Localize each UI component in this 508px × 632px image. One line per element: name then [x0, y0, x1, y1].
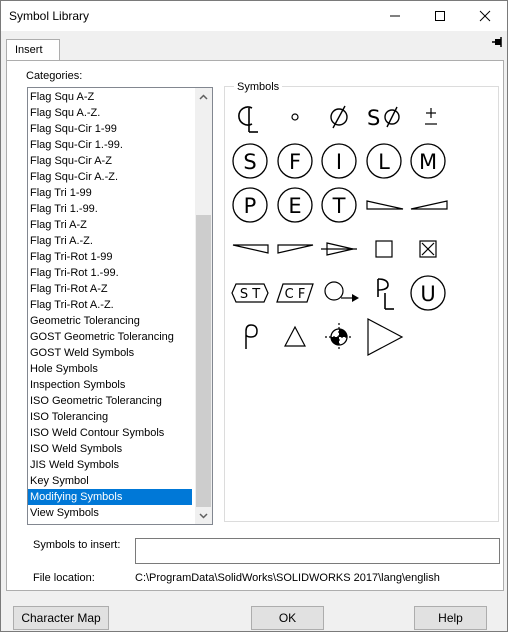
circle-i-text: I: [336, 150, 342, 174]
category-item[interactable]: GOST Weld Symbols: [28, 345, 192, 361]
cf-text: C F: [285, 287, 306, 302]
ok-button[interactable]: OK: [251, 606, 324, 630]
category-item[interactable]: Modifying Symbols: [28, 489, 192, 505]
continuous-feature-symbol[interactable]: C F: [275, 273, 315, 313]
arrow-triangle-symbol[interactable]: [364, 317, 404, 357]
circle-f-text: F: [289, 150, 301, 174]
chevron-down-icon: [199, 512, 208, 519]
category-item[interactable]: GOST Geometric Tolerancing: [28, 329, 192, 345]
window-title: Symbol Library: [9, 9, 90, 23]
close-button[interactable]: [462, 1, 507, 31]
category-item[interactable]: Flag Tri A-Z: [28, 217, 192, 233]
category-item[interactable]: Hole Symbols: [28, 361, 192, 377]
circle-i-symbol[interactable]: I: [319, 141, 359, 181]
center-of-gravity-symbol[interactable]: [319, 317, 359, 357]
symbol-library-dialog: Symbol Library Insert Categories: Flag S…: [0, 0, 508, 632]
maximize-button[interactable]: [417, 1, 462, 31]
slope-right-symbol[interactable]: [364, 185, 404, 225]
slope-left-symbol[interactable]: [408, 185, 448, 225]
degree-symbol[interactable]: [275, 97, 315, 137]
plus-minus-symbol[interactable]: [411, 97, 451, 137]
category-item[interactable]: Key Symbol: [28, 473, 192, 489]
circle-s-symbol[interactable]: S: [230, 141, 270, 181]
triangle-symbol[interactable]: [275, 317, 315, 357]
rho-symbol[interactable]: [230, 317, 270, 357]
category-item[interactable]: Flag Tri A.-Z.: [28, 233, 192, 249]
category-item[interactable]: Inspection Symbols: [28, 377, 192, 393]
pin-icon[interactable]: [491, 36, 503, 48]
circle-p-symbol[interactable]: P: [230, 185, 270, 225]
category-item[interactable]: Flag Squ A.-Z.: [28, 105, 192, 121]
file-location-value: C:\ProgramData\SolidWorks\SOLIDWORKS 201…: [135, 572, 440, 584]
square-symbol[interactable]: [364, 229, 404, 269]
categories-list[interactable]: Flag Squ A-Z Flag Squ A.-Z. Flag Squ-Cir 1…: [27, 87, 213, 525]
circle-arrow-symbol[interactable]: [319, 273, 359, 313]
circle-e-text: E: [288, 194, 301, 218]
symbols-label: Symbols: [234, 81, 283, 93]
circle-u-symbol[interactable]: U: [408, 273, 448, 313]
tab-strip: Insert: [1, 31, 507, 61]
category-item[interactable]: Flag Tri-Rot 1-99: [28, 249, 192, 265]
categories-scrollbar[interactable]: [195, 88, 212, 524]
category-item[interactable]: Flag Tri 1.-99.: [28, 201, 192, 217]
parting-line-symbol[interactable]: [364, 273, 404, 313]
category-item[interactable]: ISO Geometric Tolerancing: [28, 393, 192, 409]
category-item[interactable]: Flag Tri-Rot A-Z: [28, 281, 192, 297]
taper-left-symbol[interactable]: [230, 229, 270, 269]
category-item[interactable]: Flag Squ A-Z: [28, 89, 192, 105]
category-item[interactable]: Flag Tri-Rot 1.-99.: [28, 265, 192, 281]
circle-f-symbol[interactable]: F: [275, 141, 315, 181]
diameter-symbol[interactable]: [319, 97, 359, 137]
category-item[interactable]: Flag Tri-Rot A.-Z.: [28, 297, 192, 313]
circle-e-symbol[interactable]: E: [275, 185, 315, 225]
category-item[interactable]: Flag Tri 1-99: [28, 185, 192, 201]
circle-u-text: U: [420, 282, 435, 306]
category-item[interactable]: Flag Squ-Cir A.-Z.: [28, 169, 192, 185]
category-item[interactable]: ISO Weld Symbols: [28, 441, 192, 457]
spherical-diameter-symbol[interactable]: S: [364, 97, 404, 137]
circle-m-text: M: [419, 150, 437, 174]
tab-insert[interactable]: Insert: [6, 39, 60, 61]
circle-t-text: T: [332, 194, 346, 218]
insert-panel: Categories: Flag Squ A-Z Flag Squ A.-Z. Fl…: [6, 60, 504, 591]
taper-right-symbol[interactable]: [275, 229, 315, 269]
circle-p-text: P: [244, 194, 257, 218]
conical-taper-symbol[interactable]: [319, 229, 359, 269]
chevron-up-icon: [199, 93, 208, 100]
category-item[interactable]: Flag Squ-Cir 1.-99.: [28, 137, 192, 153]
circle-l-symbol[interactable]: L: [364, 141, 404, 181]
category-item[interactable]: ISO Tolerancing: [28, 409, 192, 425]
category-item[interactable]: ISO Weld Contour Symbols: [28, 425, 192, 441]
category-item[interactable]: View Symbols: [28, 505, 192, 521]
help-button[interactable]: Help: [414, 606, 487, 630]
symbols-to-insert-label: Symbols to insert:: [33, 539, 121, 551]
sf-text: S: [367, 106, 380, 130]
maximize-icon: [434, 11, 445, 21]
circle-t-symbol[interactable]: T: [319, 185, 359, 225]
minimize-button[interactable]: [372, 1, 417, 31]
scroll-up-button[interactable]: [195, 88, 212, 105]
category-item[interactable]: Flag Squ-Cir 1-99: [28, 121, 192, 137]
square-x-symbol[interactable]: [408, 229, 448, 269]
scroll-thumb[interactable]: [196, 215, 211, 507]
category-item[interactable]: JIS Weld Symbols: [28, 457, 192, 473]
scroll-down-button[interactable]: [195, 507, 212, 524]
circle-l-text: L: [378, 150, 390, 174]
st-text: S T: [240, 287, 260, 302]
symbols-to-insert-field[interactable]: [135, 538, 500, 564]
file-location-label: File location:: [33, 572, 95, 584]
circle-m-symbol[interactable]: M: [408, 141, 448, 181]
minimize-icon: [389, 15, 400, 17]
character-map-button[interactable]: Character Map: [13, 606, 109, 630]
category-item[interactable]: Geometric Tolerancing: [28, 313, 192, 329]
close-icon: [479, 10, 490, 22]
circle-s-text: S: [243, 150, 256, 174]
centerline-symbol[interactable]: [230, 97, 270, 137]
category-item[interactable]: Flag Squ-Cir A-Z: [28, 153, 192, 169]
title-bar: Symbol Library: [1, 1, 507, 31]
categories-label: Categories:: [26, 70, 83, 82]
statistical-tolerance-symbol[interactable]: S T: [230, 273, 270, 313]
